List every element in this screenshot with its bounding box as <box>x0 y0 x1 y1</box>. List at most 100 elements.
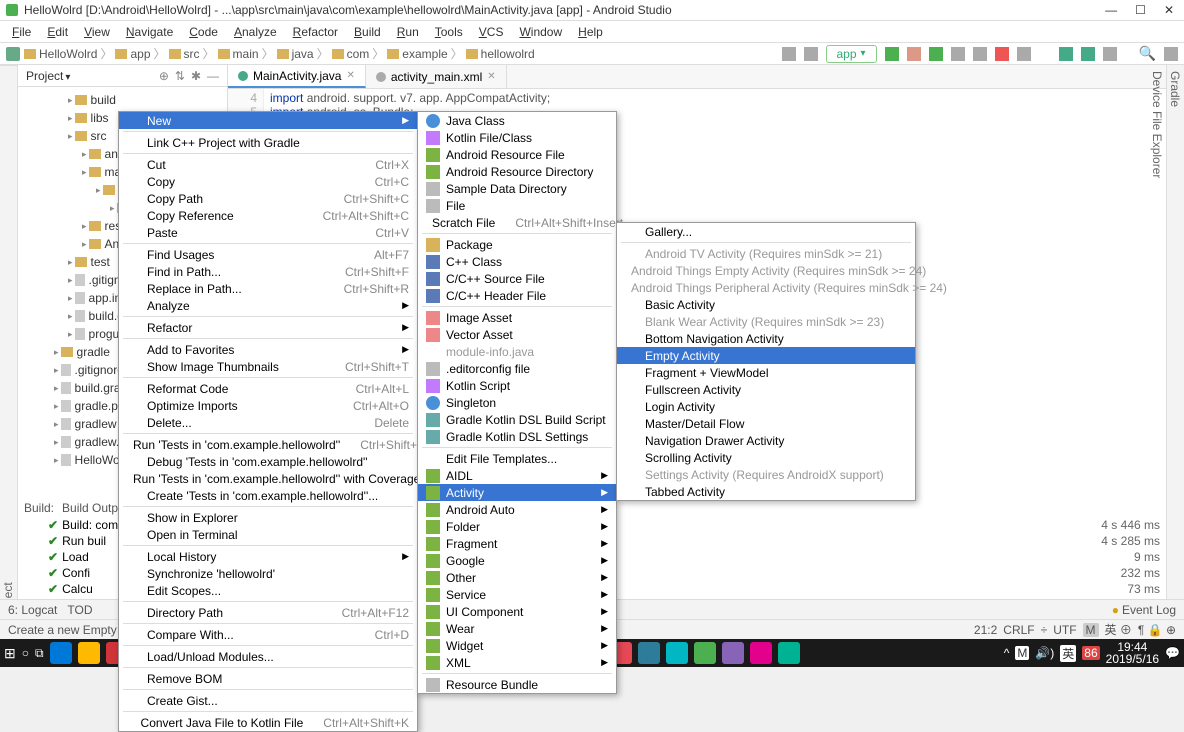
sidebar-gradle[interactable]: Gradle <box>1166 65 1184 639</box>
menu-item[interactable]: Sample Data Directory <box>418 180 616 197</box>
menu-item[interactable]: Resource Bundle <box>418 676 616 693</box>
menu-item[interactable]: Create Gist... <box>119 692 417 709</box>
menu-item[interactable]: Empty Activity <box>617 347 915 364</box>
menu-navigate[interactable]: Navigate <box>120 23 179 41</box>
menu-item[interactable]: Kotlin Script <box>418 377 616 394</box>
encoding[interactable]: UTF <box>1053 623 1076 637</box>
notif-icon[interactable]: 💬 <box>1165 646 1180 660</box>
stop-button[interactable] <box>995 47 1009 61</box>
menu-item[interactable]: Copy ReferenceCtrl+Alt+Shift+C <box>119 207 417 224</box>
search-icon[interactable]: 🔍 <box>1139 45 1156 62</box>
menu-item[interactable]: Image Asset <box>418 309 616 326</box>
crumb-hellowolrd[interactable]: hellowolrd <box>481 47 535 61</box>
menu-item[interactable]: Vector Asset <box>418 326 616 343</box>
sidebar-1-project[interactable]: 1: Project <box>0 65 17 639</box>
menu-item[interactable]: Run 'Tests in 'com.example.hellowolrd'' … <box>119 470 417 487</box>
close-tab-icon[interactable]: ✕ <box>487 71 495 82</box>
ime3-badge[interactable]: 86 <box>1082 646 1099 660</box>
menu-item[interactable]: Master/Detail Flow <box>617 415 915 432</box>
menu-item[interactable]: Add to Favorites▶ <box>119 341 417 358</box>
edge-icon[interactable] <box>50 642 72 664</box>
start-button[interactable]: ⊞ <box>4 645 16 662</box>
menu-item[interactable]: Load/Unload Modules... <box>119 648 417 665</box>
todo-tab[interactable]: TOD <box>67 603 92 617</box>
menu-item[interactable]: Fullscreen Activity <box>617 381 915 398</box>
running5-icon[interactable] <box>694 642 716 664</box>
run-button[interactable] <box>885 47 899 61</box>
menu-build[interactable]: Build <box>348 23 387 41</box>
menu-item[interactable]: Copy PathCtrl+Shift+C <box>119 190 417 207</box>
sdk-manager-icon[interactable] <box>1081 47 1095 61</box>
menu-item[interactable]: Find in Path...Ctrl+Shift+F <box>119 263 417 280</box>
menu-item[interactable]: Other▶ <box>418 569 616 586</box>
menu-item[interactable]: Gradle Kotlin DSL Settings <box>418 428 616 445</box>
menu-item[interactable]: Google▶ <box>418 552 616 569</box>
menu-item[interactable]: Analyze▶ <box>119 297 417 314</box>
menu-item[interactable]: Synchronize 'hellowolrd' <box>119 565 417 582</box>
maximize-button[interactable]: ☐ <box>1135 3 1146 17</box>
crumb-example[interactable]: example <box>402 47 447 61</box>
menu-help[interactable]: Help <box>572 23 609 41</box>
menu-edit[interactable]: Edit <box>41 23 74 41</box>
profile-button[interactable] <box>951 47 965 61</box>
editor-tab[interactable]: MainActivity.java✕ <box>228 65 366 88</box>
menu-code[interactable]: Code <box>183 23 224 41</box>
close-tab-icon[interactable]: ✕ <box>346 70 354 81</box>
crumb-app[interactable]: app <box>130 47 150 61</box>
menu-item[interactable]: AIDL▶ <box>418 467 616 484</box>
menu-item[interactable]: Singleton <box>418 394 616 411</box>
sync-icon[interactable] <box>782 47 796 61</box>
running7-icon[interactable] <box>750 642 772 664</box>
gear-icon[interactable]: ✱ <box>191 69 201 83</box>
menu-item[interactable]: Bottom Navigation Activity <box>617 330 915 347</box>
menu-item[interactable]: C++ Class <box>418 253 616 270</box>
menu-item[interactable]: PasteCtrl+V <box>119 224 417 241</box>
debug-button[interactable] <box>929 47 943 61</box>
menu-refactor[interactable]: Refactor <box>287 23 344 41</box>
menu-item[interactable]: Edit File Templates... <box>418 450 616 467</box>
crumb-java[interactable]: java <box>292 47 314 61</box>
crumb-main[interactable]: main <box>233 47 259 61</box>
vol-icon[interactable]: 🔊) <box>1035 646 1054 660</box>
menu-file[interactable]: File <box>6 23 37 41</box>
project-dropdown[interactable]: Project <box>26 69 70 83</box>
structure-icon[interactable] <box>1103 47 1117 61</box>
menu-item[interactable]: Android Resource File <box>418 146 616 163</box>
avd-icon[interactable] <box>804 47 818 61</box>
running8-icon[interactable] <box>778 642 800 664</box>
editor-tab[interactable]: activity_main.xml✕ <box>366 65 507 88</box>
menu-item[interactable]: Compare With...Ctrl+D <box>119 626 417 643</box>
menu-item[interactable]: Local History▶ <box>119 548 417 565</box>
sync-gradle-button[interactable] <box>1017 47 1031 61</box>
menu-item[interactable]: Login Activity <box>617 398 915 415</box>
menu-item[interactable]: Activity▶ <box>418 484 616 501</box>
minimize-button[interactable]: — <box>1105 3 1117 17</box>
menu-window[interactable]: Window <box>513 23 568 41</box>
explorer-icon[interactable] <box>78 642 100 664</box>
apply-changes-button[interactable] <box>907 47 921 61</box>
menu-item[interactable]: Gradle Kotlin DSL Build Script <box>418 411 616 428</box>
menu-item[interactable]: Kotlin File/Class <box>418 129 616 146</box>
menu-item[interactable]: Optimize ImportsCtrl+Alt+O <box>119 397 417 414</box>
attach-button[interactable] <box>973 47 987 61</box>
menu-item[interactable]: Fragment▶ <box>418 535 616 552</box>
menu-item[interactable]: Remove BOM <box>119 670 417 687</box>
menu-item[interactable]: Show in Explorer <box>119 509 417 526</box>
crumb-src[interactable]: src <box>184 47 200 61</box>
menu-item[interactable]: Wear▶ <box>418 620 616 637</box>
menu-item[interactable]: Replace in Path...Ctrl+Shift+R <box>119 280 417 297</box>
menu-item[interactable]: Run 'Tests in 'com.example.hellowolrd''C… <box>119 436 417 453</box>
layout-icon[interactable] <box>1164 47 1178 61</box>
menu-item[interactable]: Folder▶ <box>418 518 616 535</box>
menu-item[interactable]: Basic Activity <box>617 296 915 313</box>
menu-item[interactable]: Scratch FileCtrl+Alt+Shift+Insert <box>418 214 616 231</box>
menu-item[interactable]: Package <box>418 236 616 253</box>
menu-item[interactable]: Java Class <box>418 112 616 129</box>
cortana-icon[interactable]: ○ <box>22 646 29 660</box>
menu-item[interactable]: Scrolling Activity <box>617 449 915 466</box>
menu-item[interactable]: Open in Terminal <box>119 526 417 543</box>
collapse-icon[interactable]: — <box>207 69 219 83</box>
line-sep[interactable]: CRLF <box>1003 623 1034 637</box>
running6-icon[interactable] <box>722 642 744 664</box>
menu-item[interactable]: Link C++ Project with Gradle <box>119 134 417 151</box>
